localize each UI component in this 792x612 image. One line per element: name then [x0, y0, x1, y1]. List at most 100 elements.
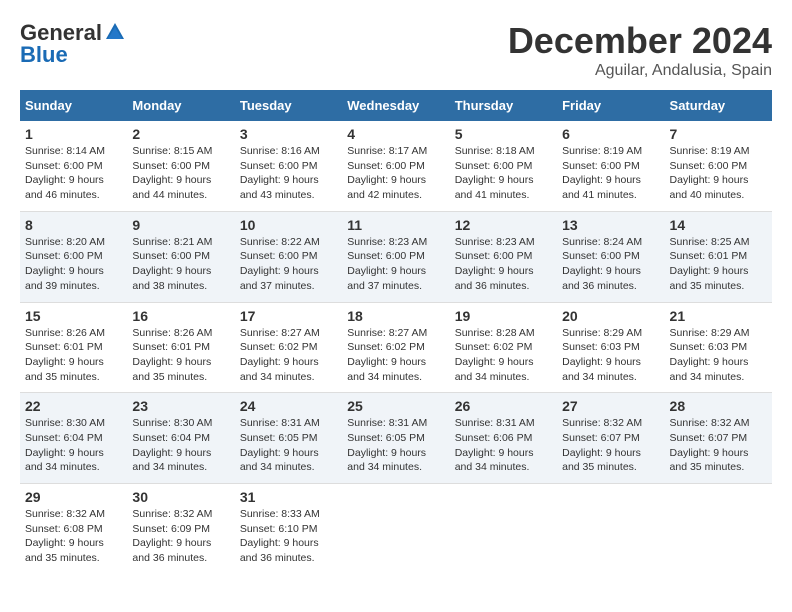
calendar-cell: 11 Sunrise: 8:23 AMSunset: 6:00 PMDaylig… [342, 211, 449, 302]
day-info: Sunrise: 8:19 AMSunset: 6:00 PMDaylight:… [562, 145, 642, 201]
day-info: Sunrise: 8:14 AMSunset: 6:00 PMDaylight:… [25, 145, 105, 201]
calendar-cell: 26 Sunrise: 8:31 AMSunset: 6:06 PMDaylig… [450, 393, 557, 484]
calendar-cell: 17 Sunrise: 8:27 AMSunset: 6:02 PMDaylig… [235, 302, 342, 393]
day-info: Sunrise: 8:32 AMSunset: 6:07 PMDaylight:… [670, 417, 750, 473]
day-info: Sunrise: 8:32 AMSunset: 6:07 PMDaylight:… [562, 417, 642, 473]
calendar-cell: 9 Sunrise: 8:21 AMSunset: 6:00 PMDayligh… [127, 211, 234, 302]
calendar-cell: 18 Sunrise: 8:27 AMSunset: 6:02 PMDaylig… [342, 302, 449, 393]
calendar-cell: 19 Sunrise: 8:28 AMSunset: 6:02 PMDaylig… [450, 302, 557, 393]
calendar-cell: 10 Sunrise: 8:22 AMSunset: 6:00 PMDaylig… [235, 211, 342, 302]
day-info: Sunrise: 8:18 AMSunset: 6:00 PMDaylight:… [455, 145, 535, 201]
calendar-cell: 22 Sunrise: 8:30 AMSunset: 6:04 PMDaylig… [20, 393, 127, 484]
calendar-cell: 25 Sunrise: 8:31 AMSunset: 6:05 PMDaylig… [342, 393, 449, 484]
logo: General Blue [20, 20, 126, 68]
calendar-cell: 2 Sunrise: 8:15 AMSunset: 6:00 PMDayligh… [127, 121, 234, 211]
calendar-cell: 1 Sunrise: 8:14 AMSunset: 6:00 PMDayligh… [20, 121, 127, 211]
day-number: 1 [25, 126, 122, 142]
week-row-1: 1 Sunrise: 8:14 AMSunset: 6:00 PMDayligh… [20, 121, 772, 211]
calendar-cell: 8 Sunrise: 8:20 AMSunset: 6:00 PMDayligh… [20, 211, 127, 302]
day-number: 23 [132, 398, 229, 414]
week-row-3: 15 Sunrise: 8:26 AMSunset: 6:01 PMDaylig… [20, 302, 772, 393]
calendar-cell: 27 Sunrise: 8:32 AMSunset: 6:07 PMDaylig… [557, 393, 664, 484]
day-info: Sunrise: 8:32 AMSunset: 6:09 PMDaylight:… [132, 508, 212, 564]
day-info: Sunrise: 8:30 AMSunset: 6:04 PMDaylight:… [132, 417, 212, 473]
day-info: Sunrise: 8:31 AMSunset: 6:06 PMDaylight:… [455, 417, 535, 473]
day-number: 17 [240, 308, 337, 324]
logo-blue: Blue [20, 42, 68, 68]
location-title: Aguilar, Andalusia, Spain [508, 62, 772, 80]
page-header: General Blue December 2024 Aguilar, Anda… [20, 20, 772, 80]
logo-icon [104, 21, 126, 43]
day-info: Sunrise: 8:28 AMSunset: 6:02 PMDaylight:… [455, 327, 535, 383]
day-info: Sunrise: 8:23 AMSunset: 6:00 PMDaylight:… [455, 236, 535, 292]
day-number: 31 [240, 489, 337, 505]
calendar-cell: 20 Sunrise: 8:29 AMSunset: 6:03 PMDaylig… [557, 302, 664, 393]
calendar-cell: 13 Sunrise: 8:24 AMSunset: 6:00 PMDaylig… [557, 211, 664, 302]
calendar-cell: 4 Sunrise: 8:17 AMSunset: 6:00 PMDayligh… [342, 121, 449, 211]
day-number: 18 [347, 308, 444, 324]
day-number: 11 [347, 217, 444, 233]
day-number: 25 [347, 398, 444, 414]
day-number: 27 [562, 398, 659, 414]
day-info: Sunrise: 8:17 AMSunset: 6:00 PMDaylight:… [347, 145, 427, 201]
day-number: 3 [240, 126, 337, 142]
calendar-cell [557, 484, 664, 574]
day-info: Sunrise: 8:16 AMSunset: 6:00 PMDaylight:… [240, 145, 320, 201]
day-info: Sunrise: 8:26 AMSunset: 6:01 PMDaylight:… [132, 327, 212, 383]
day-info: Sunrise: 8:30 AMSunset: 6:04 PMDaylight:… [25, 417, 105, 473]
calendar-cell: 28 Sunrise: 8:32 AMSunset: 6:07 PMDaylig… [665, 393, 772, 484]
day-number: 6 [562, 126, 659, 142]
day-number: 10 [240, 217, 337, 233]
day-number: 22 [25, 398, 122, 414]
day-info: Sunrise: 8:15 AMSunset: 6:00 PMDaylight:… [132, 145, 212, 201]
calendar-cell: 16 Sunrise: 8:26 AMSunset: 6:01 PMDaylig… [127, 302, 234, 393]
day-info: Sunrise: 8:29 AMSunset: 6:03 PMDaylight:… [562, 327, 642, 383]
day-info: Sunrise: 8:24 AMSunset: 6:00 PMDaylight:… [562, 236, 642, 292]
day-number: 24 [240, 398, 337, 414]
week-row-4: 22 Sunrise: 8:30 AMSunset: 6:04 PMDaylig… [20, 393, 772, 484]
day-number: 20 [562, 308, 659, 324]
day-number: 15 [25, 308, 122, 324]
weekday-header-monday: Monday [127, 90, 234, 121]
day-info: Sunrise: 8:32 AMSunset: 6:08 PMDaylight:… [25, 508, 105, 564]
calendar-cell: 6 Sunrise: 8:19 AMSunset: 6:00 PMDayligh… [557, 121, 664, 211]
day-info: Sunrise: 8:21 AMSunset: 6:00 PMDaylight:… [132, 236, 212, 292]
day-info: Sunrise: 8:31 AMSunset: 6:05 PMDaylight:… [347, 417, 427, 473]
week-row-5: 29 Sunrise: 8:32 AMSunset: 6:08 PMDaylig… [20, 484, 772, 574]
calendar-cell [450, 484, 557, 574]
calendar-cell: 31 Sunrise: 8:33 AMSunset: 6:10 PMDaylig… [235, 484, 342, 574]
day-number: 13 [562, 217, 659, 233]
day-info: Sunrise: 8:27 AMSunset: 6:02 PMDaylight:… [240, 327, 320, 383]
day-number: 26 [455, 398, 552, 414]
day-number: 8 [25, 217, 122, 233]
calendar-table: SundayMondayTuesdayWednesdayThursdayFrid… [20, 90, 772, 574]
weekday-header-tuesday: Tuesday [235, 90, 342, 121]
day-number: 5 [455, 126, 552, 142]
weekday-header-wednesday: Wednesday [342, 90, 449, 121]
calendar-cell: 21 Sunrise: 8:29 AMSunset: 6:03 PMDaylig… [665, 302, 772, 393]
calendar-cell: 23 Sunrise: 8:30 AMSunset: 6:04 PMDaylig… [127, 393, 234, 484]
day-number: 28 [670, 398, 767, 414]
day-number: 12 [455, 217, 552, 233]
day-number: 2 [132, 126, 229, 142]
day-number: 21 [670, 308, 767, 324]
day-info: Sunrise: 8:27 AMSunset: 6:02 PMDaylight:… [347, 327, 427, 383]
calendar-cell: 24 Sunrise: 8:31 AMSunset: 6:05 PMDaylig… [235, 393, 342, 484]
day-info: Sunrise: 8:33 AMSunset: 6:10 PMDaylight:… [240, 508, 320, 564]
day-info: Sunrise: 8:25 AMSunset: 6:01 PMDaylight:… [670, 236, 750, 292]
day-info: Sunrise: 8:19 AMSunset: 6:00 PMDaylight:… [670, 145, 750, 201]
day-info: Sunrise: 8:29 AMSunset: 6:03 PMDaylight:… [670, 327, 750, 383]
calendar-cell [342, 484, 449, 574]
day-number: 4 [347, 126, 444, 142]
day-number: 19 [455, 308, 552, 324]
week-row-2: 8 Sunrise: 8:20 AMSunset: 6:00 PMDayligh… [20, 211, 772, 302]
calendar-cell [665, 484, 772, 574]
weekday-header-row: SundayMondayTuesdayWednesdayThursdayFrid… [20, 90, 772, 121]
day-info: Sunrise: 8:22 AMSunset: 6:00 PMDaylight:… [240, 236, 320, 292]
calendar-cell: 5 Sunrise: 8:18 AMSunset: 6:00 PMDayligh… [450, 121, 557, 211]
title-area: December 2024 Aguilar, Andalusia, Spain [508, 20, 772, 80]
calendar-cell: 3 Sunrise: 8:16 AMSunset: 6:00 PMDayligh… [235, 121, 342, 211]
calendar-cell: 15 Sunrise: 8:26 AMSunset: 6:01 PMDaylig… [20, 302, 127, 393]
weekday-header-friday: Friday [557, 90, 664, 121]
calendar-cell: 12 Sunrise: 8:23 AMSunset: 6:00 PMDaylig… [450, 211, 557, 302]
